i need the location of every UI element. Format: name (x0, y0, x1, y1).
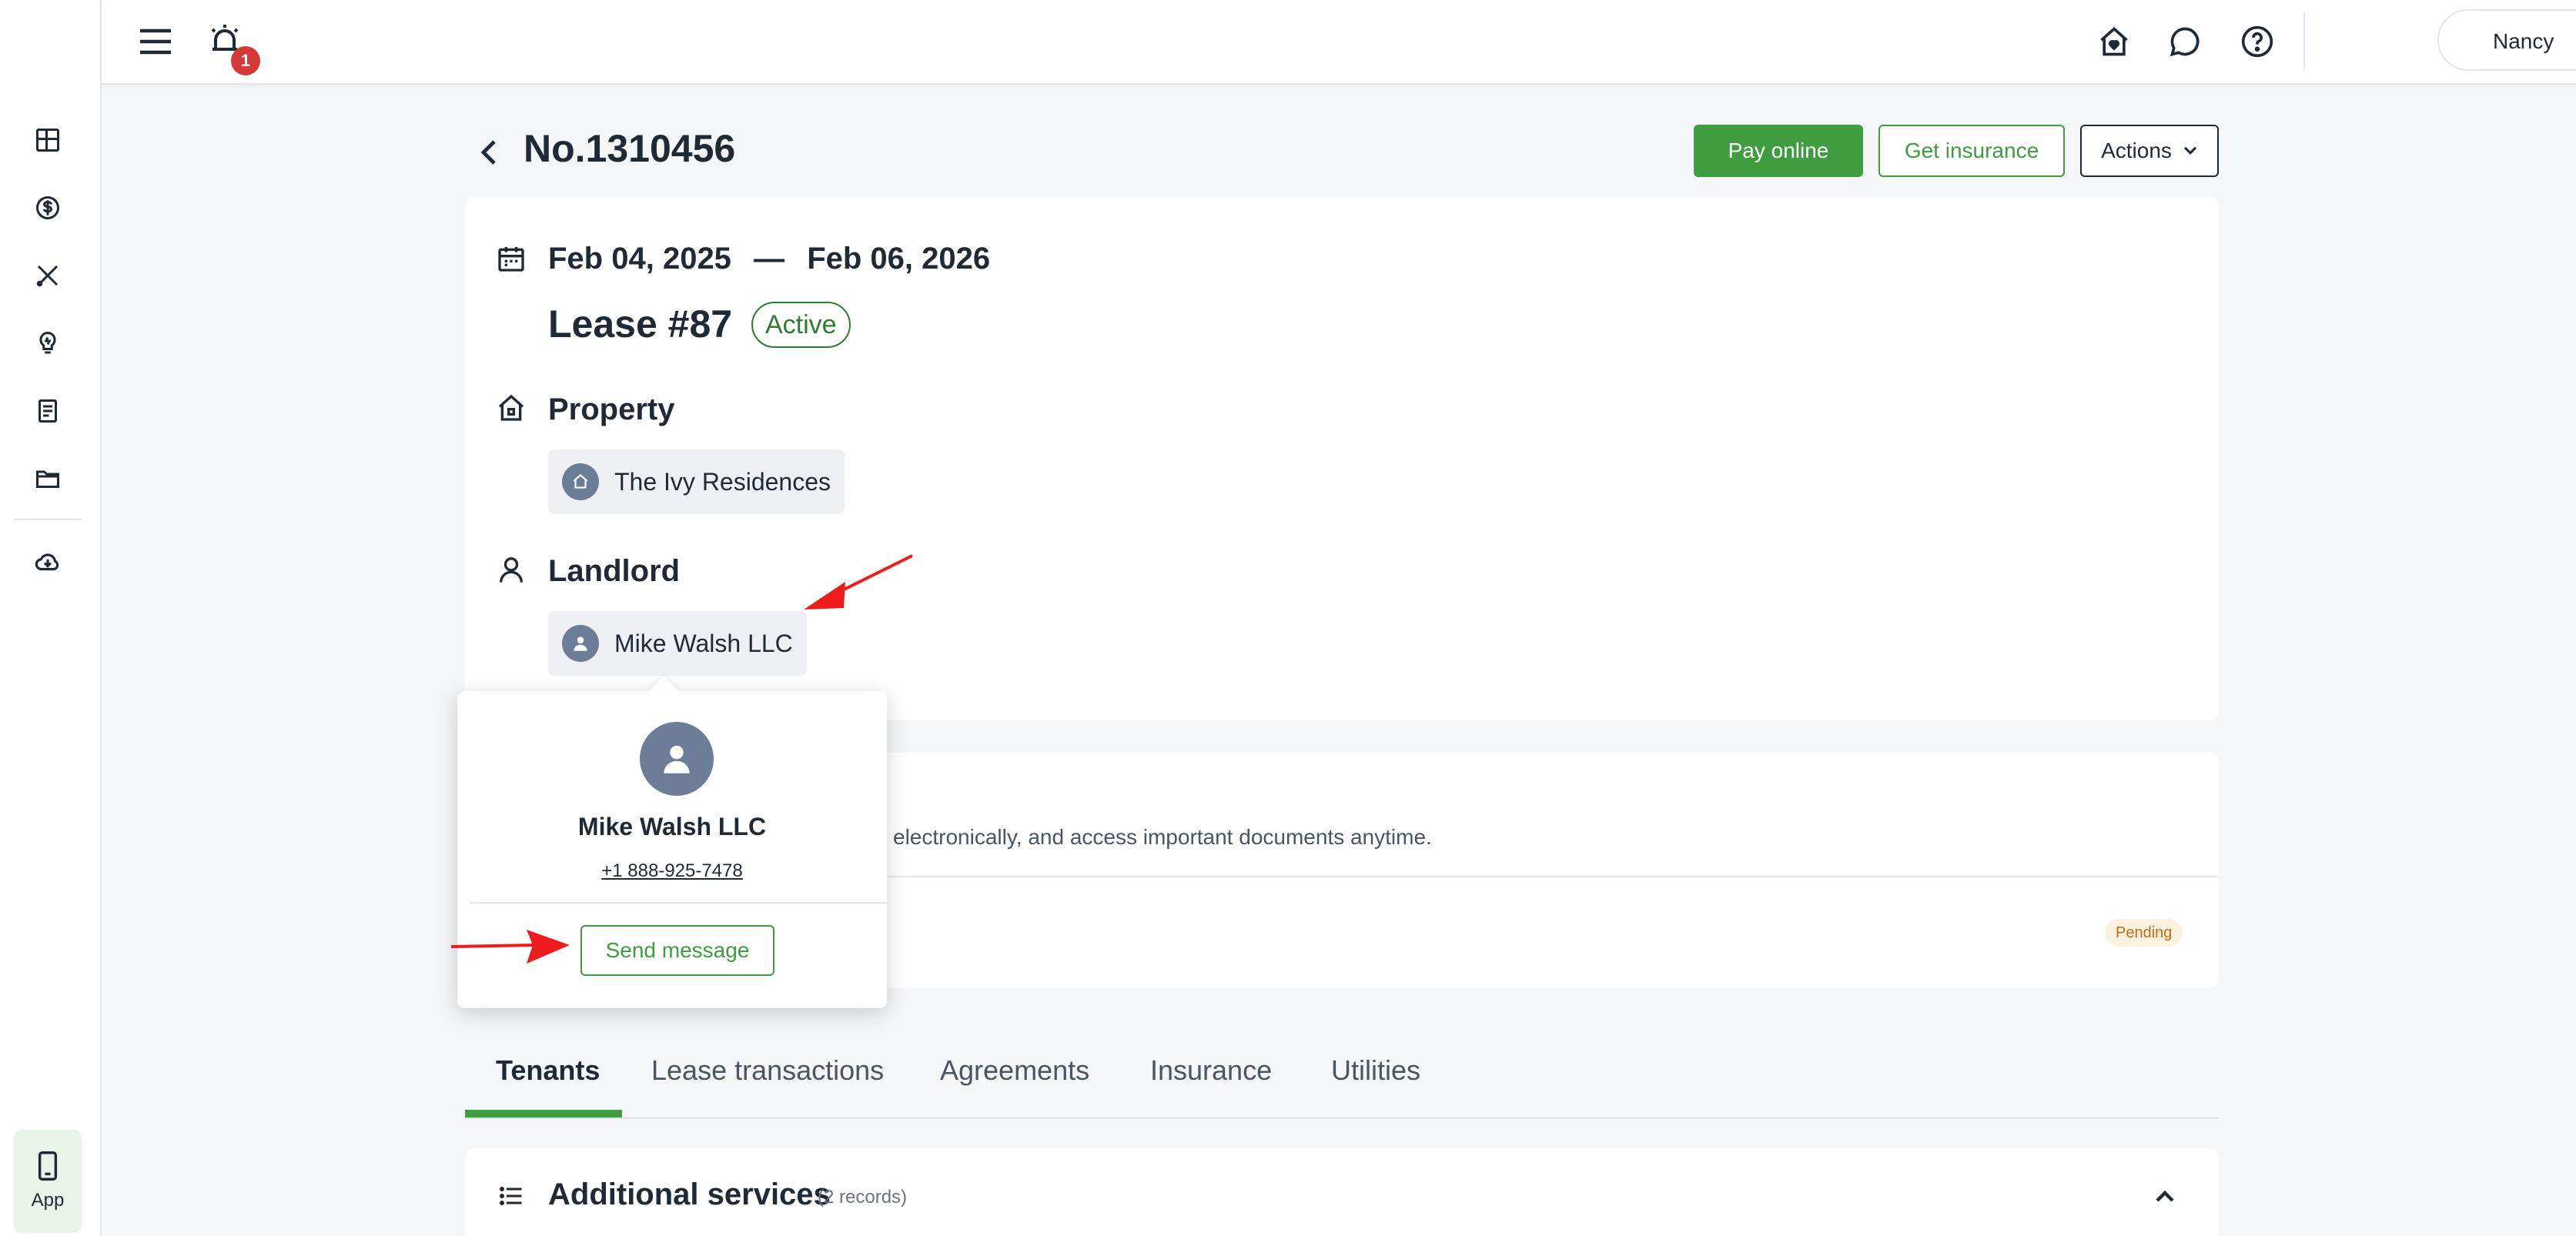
landlord-name: Mike Walsh LLC (614, 629, 793, 657)
document-icon[interactable] (31, 394, 65, 428)
notification-badge: 1 (231, 46, 260, 75)
calendar-icon (494, 242, 528, 276)
dashboard-icon[interactable] (31, 123, 65, 157)
additional-services-card: Additional services (2 records) (465, 1148, 2219, 1236)
lease-tabs: Tenants Lease transactions Agreements In… (465, 1039, 2219, 1119)
lease-details-card: Feb 04, 2025 — Feb 06, 2026 Lease #87 Ac… (465, 197, 2219, 720)
tab-utilities[interactable]: Utilities (1331, 1054, 1420, 1087)
property-chip[interactable]: The Ivy Residences (548, 449, 845, 514)
actions-dropdown-button[interactable]: Actions (2080, 125, 2219, 177)
tab-tenants[interactable]: Tenants (496, 1054, 600, 1087)
sidebar-divider (14, 519, 82, 520)
topbar-divider (2303, 12, 2305, 71)
user-menu[interactable]: Nancy (2437, 9, 2576, 71)
lease-end-date: Feb 06, 2026 (807, 242, 991, 276)
lightbulb-icon[interactable] (31, 326, 65, 360)
landlord-phone-link[interactable]: +1 888-925-7478 (457, 860, 887, 882)
annotation-arrow-icon (804, 554, 913, 610)
chat-bubble-icon[interactable] (2165, 22, 2205, 62)
tools-icon[interactable] (31, 259, 65, 292)
app-label: App (31, 1190, 65, 1211)
pending-badge: Pending (2105, 919, 2183, 947)
landlord-person-icon (562, 625, 599, 662)
cloud-download-icon[interactable] (31, 545, 65, 579)
dollar-icon[interactable] (31, 191, 65, 225)
landlord-chip[interactable]: Mike Walsh LLC (548, 611, 807, 676)
home-heart-icon[interactable] (2094, 22, 2134, 62)
annotation-arrow-icon (450, 930, 570, 964)
chevron-down-icon (2183, 146, 2196, 155)
phone-icon (38, 1151, 58, 1181)
pay-online-button[interactable]: Pay online (1694, 125, 1863, 177)
top-bar: 1 Nancy (102, 0, 2576, 85)
lease-start-date: Feb 04, 2025 (548, 242, 731, 276)
app-download-button[interactable]: App (14, 1130, 82, 1233)
actions-label: Actions (2101, 139, 2172, 162)
house-icon (494, 391, 528, 425)
get-insurance-button[interactable]: Get insurance (1878, 125, 2065, 177)
tab-insurance[interactable]: Insurance (1150, 1054, 1272, 1087)
page-title: No.1310456 (524, 127, 736, 170)
landlord-label: Landlord (548, 554, 681, 588)
person-icon (494, 553, 528, 586)
property-house-icon (562, 463, 599, 500)
chevron-up-icon (2156, 1190, 2174, 1202)
property-name: The Ivy Residences (614, 467, 831, 496)
send-message-button[interactable]: Send message (580, 925, 774, 976)
records-count: (2 records) (818, 1187, 908, 1208)
back-button[interactable] (473, 131, 507, 174)
lease-date-range: Feb 04, 2025 — Feb 06, 2026 (548, 242, 990, 276)
tab-agreements[interactable]: Agreements (940, 1054, 1089, 1087)
help-icon[interactable] (2237, 22, 2277, 62)
hamburger-menu-icon[interactable] (134, 20, 177, 63)
additional-services-title: Additional services (548, 1178, 831, 1211)
lease-title: Lease #87 (548, 302, 733, 346)
landlord-avatar-icon (640, 722, 714, 796)
signing-description: electronically, and access important doc… (893, 825, 1432, 849)
property-label: Property (548, 393, 675, 426)
status-badge: Active (751, 302, 851, 348)
tab-lease-transactions[interactable]: Lease transactions (651, 1054, 884, 1087)
sidebar: App (0, 0, 102, 1236)
popover-landlord-name: Mike Walsh LLC (577, 813, 767, 840)
active-tab-indicator (465, 1110, 622, 1117)
user-name: Nancy (2493, 29, 2554, 53)
date-separator: — (754, 242, 785, 276)
collapse-button[interactable] (2149, 1181, 2180, 1211)
list-icon (494, 1179, 528, 1213)
folder-icon[interactable] (31, 462, 65, 496)
popover-divider (470, 902, 887, 904)
chevron-left-icon (480, 140, 496, 165)
